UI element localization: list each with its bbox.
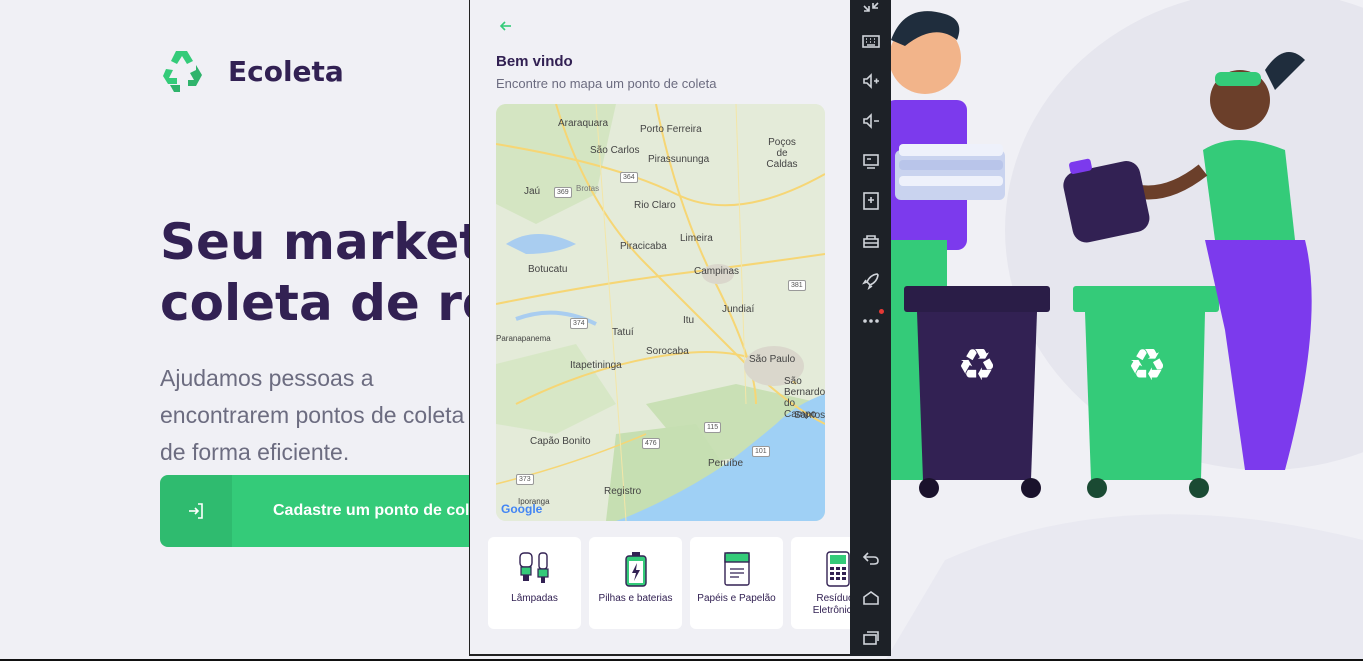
map-city-label: São Carlos (590, 145, 640, 156)
item-label: Lâmpadas (511, 593, 558, 604)
emulator-toolbar (850, 0, 891, 656)
battery-icon (624, 552, 647, 587)
map-city-label: Poços de Caldas (766, 137, 798, 170)
item-label: Pilhas e baterias (598, 593, 673, 604)
map-city-label: São Paulo (749, 354, 796, 365)
screen-icon (862, 153, 879, 169)
road-shield: 101 (752, 446, 770, 457)
map-city-label: Paranapanema (496, 334, 551, 343)
road-shield: 364 (620, 172, 638, 183)
keyboard-button[interactable] (858, 28, 883, 53)
item-card-electronics[interactable]: Resíduos Eletrônicos (791, 537, 850, 629)
map-city-label: Pirassununga (648, 154, 710, 165)
map-city-label: Sorocaba (646, 346, 689, 357)
back-nav-icon (862, 551, 879, 565)
recycle-icon (163, 51, 202, 92)
register-point-button[interactable]: Cadastre um ponto de coleta (160, 475, 500, 547)
google-logo: Google (501, 502, 543, 516)
item-card-batteries[interactable]: Pilhas e baterias (589, 537, 682, 629)
rocket-icon (861, 272, 879, 290)
map-city-label: Campinas (694, 266, 740, 277)
keyboard-icon (861, 34, 880, 48)
map-city-label: Capão Bonito (530, 436, 591, 447)
road-shield: 373 (516, 474, 534, 485)
notification-dot (879, 309, 884, 314)
map-city-label: Brotas (576, 184, 600, 193)
fullscreen-button[interactable] (858, 0, 883, 19)
road-shield: 374 (570, 318, 588, 329)
app-screen: Bem vindo Encontre no mapa um ponto de c… (469, 0, 850, 656)
nav-back-button[interactable] (858, 545, 883, 570)
recents-nav-icon (862, 630, 879, 645)
item-card-paper[interactable]: Papéis e Papelão (690, 537, 783, 629)
arrow-left-icon (499, 21, 511, 31)
toolbox-button[interactable] (858, 228, 883, 253)
lamp-icon (518, 552, 549, 583)
items-list: Lâmpadas Pilhas e baterias Papéis e Pape… (488, 537, 850, 629)
map-city-label: Itu (683, 315, 695, 326)
map-city-label: Araraquara (558, 118, 609, 129)
volume-up-icon (862, 72, 879, 89)
volume-up-button[interactable] (858, 68, 883, 93)
welcome-subtitle: Encontre no mapa um ponto de coleta (496, 76, 717, 91)
map-city-label: Porto Ferreira (640, 124, 702, 135)
rocket-button[interactable] (858, 268, 883, 293)
volume-down-icon (862, 112, 879, 129)
electronics-icon (825, 551, 850, 587)
paper-icon (723, 552, 750, 586)
toolbox-icon (862, 234, 879, 248)
map-city-label: Itapetininga (570, 360, 622, 371)
map-city-label: Jundiaí (722, 304, 755, 315)
nav-home-button[interactable] (858, 585, 883, 610)
road-shield: 476 (642, 438, 660, 449)
map-city-label: Rio Claro (634, 200, 676, 211)
map-city-label: Registro (604, 486, 642, 497)
more-icon (862, 318, 879, 323)
svg-text:♻: ♻ (1127, 340, 1166, 391)
volume-down-button[interactable] (858, 108, 883, 133)
map-city-label: Jaú (524, 186, 541, 197)
svg-text:♻: ♻ (957, 340, 996, 391)
fullscreen-icon (862, 1, 879, 12)
nav-recents-button[interactable] (858, 625, 883, 650)
install-apk-icon (862, 191, 879, 210)
map-city-label: Santos (794, 410, 825, 421)
welcome-title: Bem vindo (496, 53, 573, 70)
item-label: Papéis e Papelão (697, 593, 776, 604)
brand-name: Ecoleta (228, 54, 344, 88)
item-card-lamps[interactable]: Lâmpadas (488, 537, 581, 629)
home-nav-icon (862, 590, 879, 605)
screen-button[interactable] (858, 148, 883, 173)
map-city-label: Peruíbe (708, 458, 744, 469)
hero-description: Ajudamos pessoas a encontrarem pontos de… (160, 365, 465, 465)
register-point-label: Cadastre um ponto de coleta (273, 502, 493, 519)
recycling-illustration: ♻ ♻ (885, 0, 1363, 661)
login-icon (160, 475, 232, 547)
map-city-label: Tatuí (612, 327, 634, 338)
brand-logo[interactable]: Ecoleta (160, 48, 344, 94)
road-shield: 369 (554, 187, 572, 198)
collection-points-map[interactable]: Araraquara Porto Ferreira São Carlos Pir… (496, 104, 825, 521)
map-city-label: Piracicaba (620, 241, 667, 252)
road-shield: 381 (788, 280, 806, 291)
map-city-label: Botucatu (528, 264, 568, 275)
road-shield: 115 (704, 422, 722, 433)
hero-title: Seu marketplace coleta de resíduos (160, 213, 480, 332)
map-city-label: Limeira (680, 233, 713, 244)
back-button[interactable] (496, 16, 516, 36)
item-label: Resíduos Eletrônicos (812, 593, 850, 616)
install-apk-button[interactable] (858, 188, 883, 213)
